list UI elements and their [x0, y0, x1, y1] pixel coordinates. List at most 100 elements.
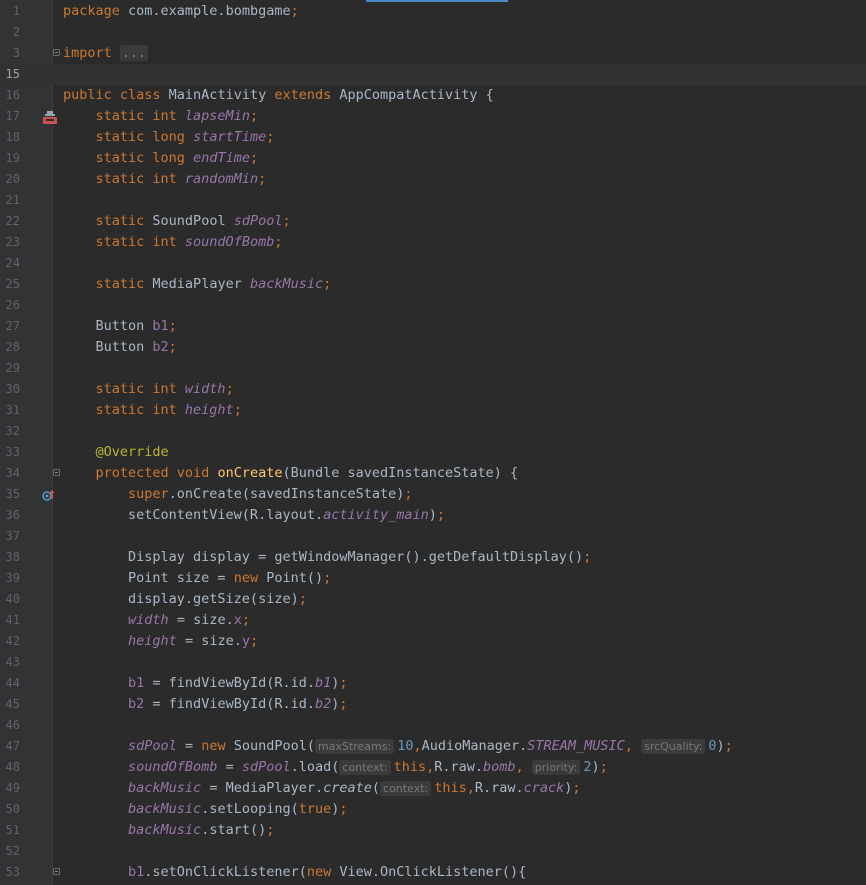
fold-toggle-icon[interactable]: [53, 49, 60, 56]
code-token: ;: [339, 696, 348, 712]
code-line[interactable]: 3 import ...: [0, 43, 866, 64]
code-line[interactable]: 30 static int width;: [0, 379, 866, 400]
code-line[interactable]: 25 static MediaPlayer backMusic;: [0, 274, 866, 295]
code-line[interactable]: 17 static int lapseMin;: [0, 106, 866, 127]
line-code: width = size.x;: [63, 610, 250, 631]
line-number: 47: [5, 739, 20, 753]
code-token: b1: [128, 675, 153, 691]
code-line[interactable]: 27 Button b1;: [0, 316, 866, 337]
code-token: b2: [152, 339, 169, 355]
code-token: import: [63, 45, 120, 61]
code-token: com.example.bombgame: [128, 3, 291, 19]
line-number: 16: [5, 88, 20, 102]
fold-toggle-icon[interactable]: [53, 469, 60, 476]
code-line[interactable]: 16 public class MainActivity extends App…: [0, 85, 866, 124]
code-token: ;: [323, 570, 332, 586]
code-line[interactable]: 50 backMusic.setLooping(true);: [0, 799, 866, 820]
code-line[interactable]: 15: [0, 64, 866, 85]
line-number: 46: [5, 718, 20, 732]
code-token: .setLooping(: [201, 801, 299, 817]
code-line[interactable]: 47 sdPool = new SoundPool(maxStreams: 10,…: [0, 736, 866, 757]
code-token: MediaPlayer: [152, 276, 250, 292]
code-line[interactable]: 33 @Override: [0, 442, 866, 463]
line-code: static MediaPlayer backMusic;: [63, 274, 332, 295]
code-line[interactable]: 28 Button b2;: [0, 337, 866, 358]
code-line[interactable]: 46: [0, 715, 866, 736]
code-line[interactable]: 49 backMusic = MediaPlayer.create(contex…: [0, 778, 866, 799]
code-token: width: [184, 381, 226, 397]
code-token: backMusic: [128, 822, 202, 838]
line-number: 18: [5, 130, 20, 144]
code-line[interactable]: 48 soundOfBomb = sdPool.load(context: thi…: [0, 757, 866, 778]
code-line[interactable]: 44 b1 = findViewById(R.id.b1);: [0, 673, 866, 694]
code-line[interactable]: 2: [0, 22, 866, 43]
code-editor[interactable]: 1 package com.example.bombgame; 2 3 import .…: [0, 0, 866, 885]
code-line[interactable]: 39 Point size = new Point();: [0, 568, 866, 589]
code-line[interactable]: 24: [0, 253, 866, 274]
code-line[interactable]: 42 height = size.y;: [0, 631, 866, 652]
code-line[interactable]: 37: [0, 526, 866, 547]
code-line[interactable]: 34 protected void onCreate(Bundle savedI…: [0, 463, 866, 501]
code-line[interactable]: 31 static int height;: [0, 400, 866, 421]
line-code: static int soundOfBomb;: [63, 232, 283, 253]
code-token: soundOfBomb: [128, 759, 226, 775]
code-line[interactable]: 19 static long endTime;: [0, 148, 866, 169]
code-token: (: [371, 780, 381, 796]
line-number: 45: [5, 697, 20, 711]
code-line[interactable]: 43: [0, 652, 866, 673]
code-line[interactable]: 53 b1.setOnClickListener(new View.OnClic…: [0, 862, 866, 883]
line-code: static long startTime;: [63, 127, 275, 148]
code-token: ;: [274, 234, 283, 250]
code-token: ): [591, 759, 600, 775]
code-token: ,: [413, 738, 422, 754]
folded-imports[interactable]: ...: [119, 45, 149, 61]
line-code: static long endTime;: [63, 148, 259, 169]
code-token: =: [184, 738, 202, 754]
code-line[interactable]: 26: [0, 295, 866, 316]
code-token: ): [716, 738, 725, 754]
code-token: ;: [599, 759, 608, 775]
code-line[interactable]: 38 Display display = getWindowManager().…: [0, 547, 866, 568]
code-line[interactable]: 51 backMusic.start();: [0, 820, 866, 841]
fold-toggle-icon[interactable]: [53, 868, 60, 875]
line-number: 34: [5, 466, 20, 480]
parameter-hint: context:: [380, 781, 432, 796]
code-token: display.getSize(size): [63, 591, 299, 607]
code-line[interactable]: 41 width = size.x;: [0, 610, 866, 631]
line-code: static int width;: [63, 379, 234, 400]
line-number: 17: [5, 109, 20, 123]
code-line[interactable]: 22 static SoundPool sdPool;: [0, 211, 866, 232]
code-token: static: [95, 213, 153, 229]
code-line[interactable]: 32: [0, 421, 866, 442]
code-line[interactable]: 21: [0, 190, 866, 211]
code-line[interactable]: 18 static long startTime;: [0, 127, 866, 148]
code-line[interactable]: 40 display.getSize(size);: [0, 589, 866, 610]
line-number: 52: [5, 844, 20, 858]
code-line[interactable]: 35 super.onCreate(savedInstanceState);: [0, 484, 866, 505]
code-token: ;: [249, 108, 259, 124]
line-code: b1 = findViewById(R.id.b1);: [63, 673, 348, 694]
code-line[interactable]: 52: [0, 841, 866, 862]
code-line[interactable]: 29: [0, 358, 866, 379]
code-line[interactable]: 45 b2 = findViewById(R.id.b2);: [0, 694, 866, 715]
code-line[interactable]: 1 package com.example.bombgame;: [0, 1, 866, 22]
line-number: 42: [5, 634, 20, 648]
code-token: b1: [128, 864, 145, 880]
code-line[interactable]: 20 static int randomMin;: [0, 169, 866, 190]
parameter-hint: context:: [339, 760, 391, 775]
code-line[interactable]: 23 static int soundOfBomb;: [0, 232, 866, 253]
code-token: ;: [436, 507, 446, 523]
code-token: soundOfBomb: [184, 234, 275, 250]
code-token: backMusic: [128, 801, 202, 817]
code-token: ;: [339, 801, 348, 817]
code-token: .load(: [290, 759, 340, 775]
line-code: b2 = findViewById(R.id.b2);: [63, 694, 348, 715]
code-line[interactable]: 36 setContentView(R.layout.activity_main…: [0, 505, 866, 526]
code-token: ;: [298, 591, 307, 607]
line-code: import ...: [63, 43, 149, 64]
